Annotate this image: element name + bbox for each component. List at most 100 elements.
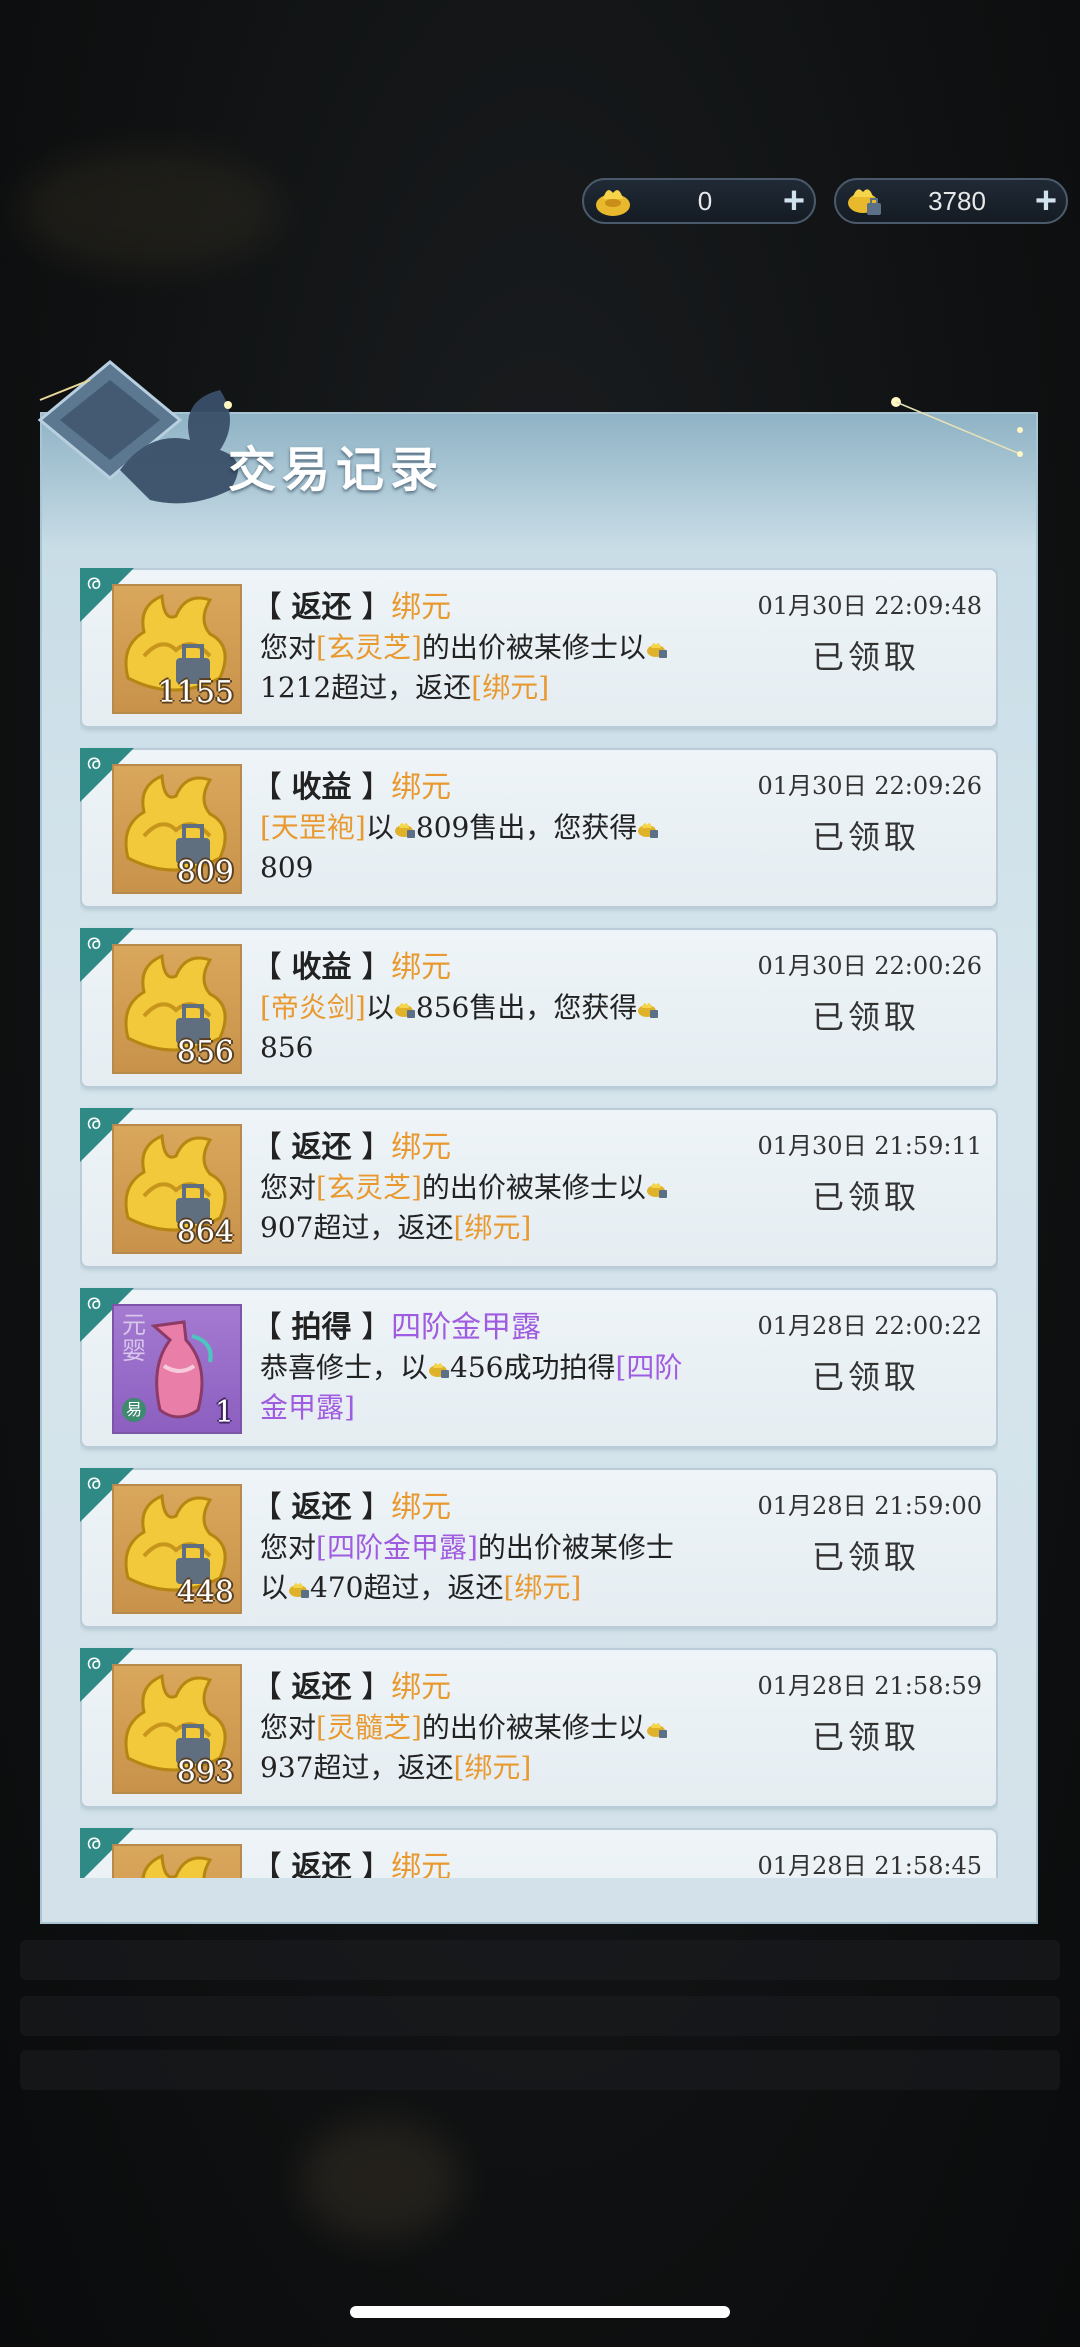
currency-bound: 3780 + [834, 178, 1068, 224]
record-item-name: 绑元 [391, 1490, 452, 1525]
record-item-name: 绑元 [391, 1130, 452, 1165]
description-text: 您对 [260, 1171, 317, 1204]
item-thumbnail[interactable]: 856 [112, 944, 242, 1074]
description-text: 809售出，您获得 [415, 811, 638, 844]
trade-record[interactable]: ര 856 【 收益 】绑元 01月30日 22:00:26 [帝炎剑]以 856售出，您… [80, 928, 998, 1088]
record-heading: 【 拍得 】四阶金甲露 [252, 1310, 542, 1345]
bound-ingot-icon [646, 1171, 668, 1204]
description-text: 您对 [260, 631, 317, 664]
item-link[interactable]: [玄灵芝] [316, 1171, 422, 1204]
swirl-icon: ര [86, 1650, 101, 1674]
item-thumbnail[interactable]: 893 [112, 1664, 242, 1794]
item-link[interactable]: [绑元] [453, 1211, 531, 1244]
item-link[interactable]: [绑元] [471, 671, 549, 704]
item-realm-label: 元婴 [122, 1311, 146, 1365]
record-time: 01月28日 21:58:45 [757, 1852, 983, 1878]
description-text: 856售出，您获得 [415, 991, 638, 1024]
background-decoration [20, 150, 280, 270]
record-category: 返还 [291, 1670, 352, 1705]
item-link[interactable]: [玄灵芝] [316, 631, 422, 664]
gold-ingot-icon [590, 178, 636, 224]
description-text: 907超过，返还 [260, 1211, 454, 1244]
record-heading: 【 返还 】绑元 [252, 1130, 452, 1165]
description-text: 的出价被某修士以 [421, 631, 646, 664]
item-link[interactable]: [帝炎剑] [260, 991, 366, 1024]
item-thumbnail[interactable]: 元婴易 1 [112, 1304, 242, 1434]
record-time: 01月30日 22:09:26 [757, 772, 983, 800]
currency-bound-value: 3780 [928, 185, 986, 216]
bound-ingot-icon [842, 178, 888, 224]
record-heading: 【 收益 】绑元 [252, 950, 452, 985]
item-thumbnail[interactable]: 1155 [112, 584, 242, 714]
record-category: 拍得 [291, 1310, 352, 1345]
claim-status: 已领取 [811, 818, 920, 856]
item-quantity: 1 [214, 1395, 234, 1430]
item-quantity: 809 [176, 855, 234, 890]
trade-record[interactable]: ര 【 返还 】绑元 01月28日 21:58:45 [80, 1828, 998, 1878]
item-thumbnail[interactable]: 809 [112, 764, 242, 894]
item-link[interactable]: [绑元] [453, 1751, 531, 1784]
item-thumbnail[interactable]: 448 [112, 1484, 242, 1614]
record-list[interactable]: ര 1155 【 返还 】绑元 01月30日 22:09:48 您对[玄灵芝]的出价被某… [80, 568, 998, 1878]
add-bound-button[interactable]: + [1026, 182, 1066, 220]
claim-status: 已领取 [811, 1358, 920, 1396]
record-heading: 【 返还 】绑元 [252, 1670, 452, 1705]
description-text: 809 [260, 851, 314, 884]
record-category: 收益 [291, 770, 352, 805]
item-thumbnail[interactable]: 864 [112, 1124, 242, 1254]
bound-ingot-icon [646, 631, 668, 664]
claim-status: 已领取 [811, 638, 920, 676]
item-link[interactable]: [绑元] [503, 1571, 581, 1604]
record-description: 您对[玄灵芝]的出价被某修士以 1212超过，返还[绑元] [260, 628, 700, 708]
trade-record[interactable]: ര 1155 【 返还 】绑元 01月30日 22:09:48 您对[玄灵芝]的出价被某… [80, 568, 998, 728]
description-text: 恭喜修士，以 [260, 1351, 429, 1384]
description-text: 456成功拍得 [450, 1351, 616, 1384]
claim-status: 已领取 [811, 998, 920, 1036]
record-description: [天罡袍]以 809售出，您获得 809 [260, 808, 700, 888]
trade-record[interactable]: ര 元婴易 1 【 拍得 】四阶金甲露 01月28日 22:00:22 恭喜修士，以 456… [80, 1288, 998, 1448]
bound-ingot-icon [394, 811, 416, 844]
record-heading: 【 返还 】绑元 [252, 1842, 451, 1878]
record-item-name: 绑元 [391, 770, 452, 805]
record-category: 返还 [291, 1490, 352, 1525]
item-link[interactable]: [天罡袍] [260, 811, 366, 844]
description-text: 1212超过，返还 [260, 671, 472, 704]
currency-gold: 0 + [582, 178, 816, 224]
item-quantity: 856 [176, 1035, 234, 1070]
swirl-icon: ര [86, 570, 101, 594]
trade-record[interactable]: ര 809 【 收益 】绑元 01月30日 22:09:26 [天罡袍]以 809售出，您… [80, 748, 998, 908]
trade-record[interactable]: ര 448 【 返还 】绑元 01月28日 21:59:00 您对[四阶金甲露]的出价被… [80, 1468, 998, 1628]
swirl-icon: ര [86, 750, 101, 774]
record-item-name: 绑元 [391, 1850, 452, 1878]
description-text: 您对 [260, 1711, 317, 1744]
record-item-name: 绑元 [391, 1670, 452, 1705]
background-row [20, 1940, 1060, 1980]
bound-ingot-icon [646, 1711, 668, 1744]
bound-ingot-icon [637, 991, 659, 1024]
star-decoration [880, 394, 1030, 464]
record-category: 返还 [291, 1850, 352, 1878]
home-indicator[interactable] [350, 2306, 730, 2318]
bound-ingot-icon [288, 1571, 310, 1604]
record-time: 01月30日 22:00:26 [757, 952, 983, 980]
claim-status: 已领取 [811, 1718, 920, 1756]
record-description: 您对[玄灵芝]的出价被某修士以 907超过，返还[绑元] [260, 1168, 700, 1248]
trade-record[interactable]: ര 864 【 返还 】绑元 01月30日 21:59:11 您对[玄灵芝]的出价被某修… [80, 1108, 998, 1268]
record-item-name: 四阶金甲露 [391, 1310, 542, 1345]
record-description: [帝炎剑]以 856售出，您获得 856 [260, 988, 700, 1068]
swirl-icon: ര [86, 930, 101, 954]
add-gold-button[interactable]: + [774, 182, 814, 220]
background-decoration [300, 2120, 460, 2240]
trade-record[interactable]: ര 893 【 返还 】绑元 01月28日 21:58:59 您对[灵髓芝]的出价被某修… [80, 1648, 998, 1808]
record-heading: 【 收益 】绑元 [252, 770, 452, 805]
item-link[interactable]: [灵髓芝] [316, 1711, 422, 1744]
description-text: 的出价被某修士以 [421, 1711, 646, 1744]
background-row [20, 1996, 1060, 2036]
item-thumbnail[interactable] [112, 1844, 242, 1878]
item-link[interactable]: [四阶金甲露] [316, 1531, 478, 1564]
swirl-icon: ര [86, 1110, 101, 1134]
record-time: 01月28日 21:59:00 [757, 1492, 983, 1520]
description-text: 470超过，返还 [310, 1571, 504, 1604]
item-quantity: 448 [176, 1575, 234, 1610]
background-row [20, 2050, 1060, 2090]
